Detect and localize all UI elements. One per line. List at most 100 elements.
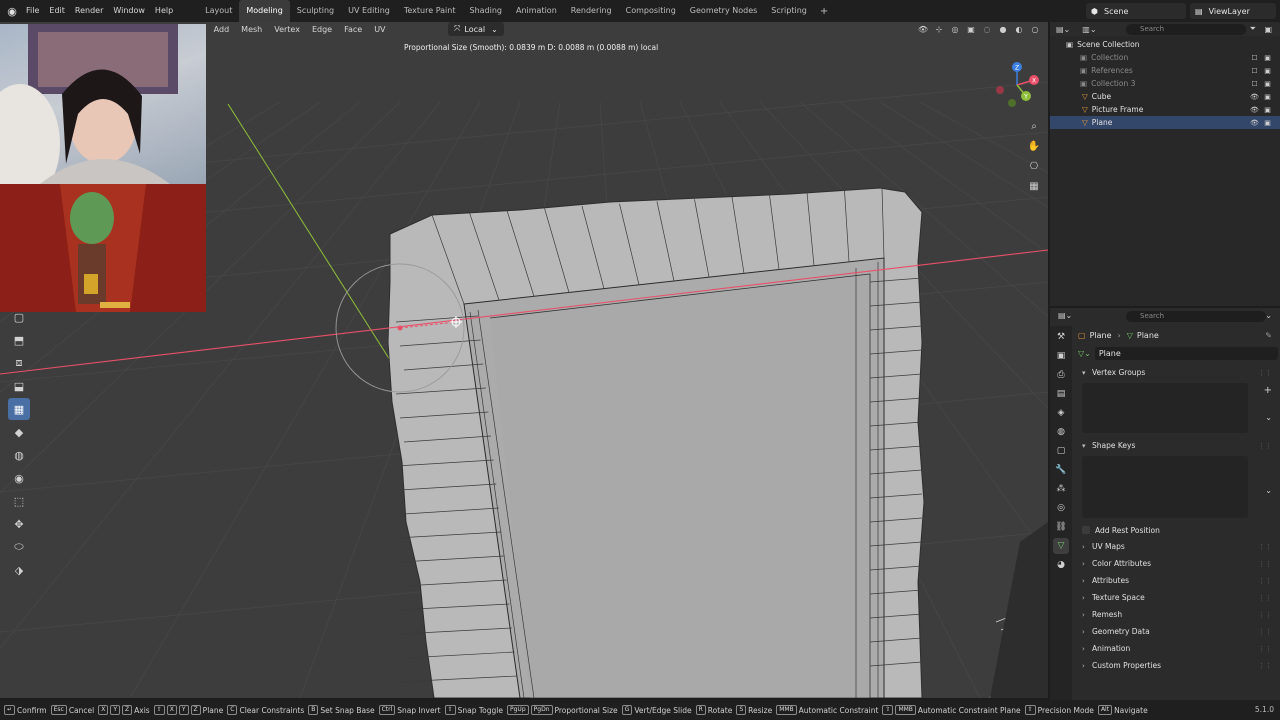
extrude-tool-icon[interactable]: ⬒ (8, 329, 30, 351)
panel-grip-icon[interactable]: ⋮⋮ (1258, 662, 1272, 670)
viewport-menu-edge[interactable]: Edge (306, 25, 338, 34)
color-attributes-panel-header[interactable]: › Color Attributes ⋮⋮ (1074, 555, 1278, 572)
menu-window[interactable]: Window (108, 0, 150, 22)
exclude-checkbox-icon[interactable]: ☐ (1248, 54, 1261, 62)
tab-shading[interactable]: Shading (462, 0, 509, 22)
animation-panel-header[interactable]: › Animation ⋮⋮ (1074, 640, 1278, 657)
shape-key-menu-icon[interactable]: ⌄ (1265, 486, 1272, 495)
visibility-icon[interactable]: 👁 (916, 23, 930, 35)
scene-selector[interactable]: ⬢ Scene (1086, 3, 1186, 19)
editor-type-icon[interactable]: ▤⌄ (1056, 25, 1070, 34)
tab-scripting[interactable]: Scripting (764, 0, 814, 22)
new-collection-icon[interactable]: ▣ (1264, 25, 1272, 34)
viewport-menu-face[interactable]: Face (338, 25, 368, 34)
xray-toggle-icon[interactable]: ▣ (964, 23, 978, 35)
modifier-tab-icon[interactable]: 🔧 (1053, 462, 1069, 478)
shear-tool-icon[interactable]: ⬗ (8, 559, 30, 581)
viewport-menu-mesh[interactable]: Mesh (235, 25, 268, 34)
material-tab-icon[interactable]: ◕ (1053, 557, 1069, 573)
add-rest-position-row[interactable]: Add Rest Position (1074, 522, 1278, 538)
view-layer-selector[interactable]: ▤ ViewLayer (1190, 3, 1276, 19)
outliner-row[interactable]: ▣ Collection 3 ☐ ▣ (1050, 77, 1280, 90)
object-tab-icon[interactable]: ▢ (1053, 443, 1069, 459)
particles-tab-icon[interactable]: ⁂ (1053, 481, 1069, 497)
picture-frame-mesh[interactable] (387, 187, 925, 698)
scene-tab-icon[interactable]: ◈ (1053, 405, 1069, 421)
render-toggle-icon[interactable]: ▣ (1261, 106, 1274, 114)
gizmo-toggle-icon[interactable]: ⊹ (932, 23, 946, 35)
smooth-tool-icon[interactable]: ⬚ (8, 490, 30, 512)
exclude-checkbox-icon[interactable]: ☐ (1248, 67, 1261, 75)
mesh-data-tab-icon[interactable]: ▽ (1053, 538, 1069, 554)
panel-grip-icon[interactable]: ⋮⋮ (1258, 594, 1272, 602)
edge-slide-tool-icon[interactable]: ✥ (8, 513, 30, 535)
tab-rendering[interactable]: Rendering (564, 0, 619, 22)
camera-view-icon[interactable]: ⎔ (1025, 157, 1043, 175)
pan-hand-icon[interactable]: ✋ (1025, 137, 1043, 155)
tab-texture-paint[interactable]: Texture Paint (397, 0, 463, 22)
shape-keys-list[interactable] (1082, 456, 1248, 518)
world-tab-icon[interactable]: ◍ (1053, 424, 1069, 440)
display-mode-icon[interactable]: ▥⌄ (1082, 25, 1096, 34)
view-layer-tab-icon[interactable]: ▤ (1053, 386, 1069, 402)
visibility-icon[interactable]: 👁 (1248, 106, 1261, 114)
perspective-toggle-icon[interactable]: ▦ (1025, 177, 1043, 195)
mesh-data-icon[interactable]: ▽⌄ (1078, 349, 1091, 358)
spin-tool-icon[interactable]: ◉ (8, 467, 30, 489)
bevel-tool-icon[interactable]: ⬓ (8, 375, 30, 397)
shading-rendered-icon[interactable]: ○ (1028, 23, 1042, 35)
render-toggle-icon[interactable]: ▣ (1261, 80, 1274, 88)
panel-grip-icon[interactable]: ⋮⋮ (1258, 442, 1272, 450)
menu-edit[interactable]: Edit (44, 0, 70, 22)
uv-maps-panel-header[interactable]: › UV Maps ⋮⋮ (1074, 538, 1278, 555)
panel-grip-icon[interactable]: ⋮⋮ (1258, 611, 1272, 619)
pin-icon[interactable]: ✎ (1265, 331, 1272, 340)
exclude-checkbox-icon[interactable]: ☐ (1248, 80, 1261, 88)
tab-compositing[interactable]: Compositing (619, 0, 683, 22)
output-tab-icon[interactable]: ⎙ (1053, 367, 1069, 383)
visibility-icon[interactable]: 👁 (1248, 93, 1261, 101)
menu-help[interactable]: Help (150, 0, 178, 22)
editor-type-icon[interactable]: ▤⌄ (1058, 311, 1072, 320)
panel-grip-icon[interactable]: ⋮⋮ (1258, 369, 1272, 377)
geometry-data-panel-header[interactable]: › Geometry Data ⋮⋮ (1074, 623, 1278, 640)
render-tab-icon[interactable]: ▣ (1053, 348, 1069, 364)
scene-collection-row[interactable]: ▣ Scene Collection (1050, 38, 1280, 51)
texture-space-panel-header[interactable]: › Texture Space ⋮⋮ (1074, 589, 1278, 606)
shading-solid-icon[interactable]: ● (996, 23, 1010, 35)
constraints-tab-icon[interactable]: ⛓ (1053, 519, 1069, 535)
tab-geometry-nodes[interactable]: Geometry Nodes (683, 0, 764, 22)
tab-modeling[interactable]: Modeling (239, 0, 290, 22)
outliner-row[interactable]: ▣ Collection ☐ ▣ (1050, 51, 1280, 64)
panel-grip-icon[interactable]: ⋮⋮ (1258, 560, 1272, 568)
blender-logo-icon[interactable]: ◉ (3, 2, 21, 20)
navigation-gizmo[interactable]: Z X Y (992, 60, 1042, 110)
tool-tab-icon[interactable]: ⚒ (1053, 329, 1069, 345)
physics-tab-icon[interactable]: ◎ (1053, 500, 1069, 516)
loop-cut-tool-icon[interactable]: ▦ (8, 398, 30, 420)
transform-orientation-dropdown[interactable]: ⤧ Local ⌄ (448, 22, 504, 36)
knife-tool-icon[interactable]: ◆ (8, 421, 30, 443)
shading-material-icon[interactable]: ◐ (1012, 23, 1026, 35)
remesh-panel-header[interactable]: › Remesh ⋮⋮ (1074, 606, 1278, 623)
outliner-search-input[interactable]: Search (1126, 24, 1246, 35)
outliner-row[interactable]: ▣ References ☐ ▣ (1050, 64, 1280, 77)
tab-sculpting[interactable]: Sculpting (290, 0, 341, 22)
render-toggle-icon[interactable]: ▣ (1261, 54, 1274, 62)
outliner-row[interactable]: ▽ Plane 👁 ▣ (1050, 116, 1280, 129)
panel-grip-icon[interactable]: ⋮⋮ (1258, 577, 1272, 585)
panel-grip-icon[interactable]: ⋮⋮ (1258, 543, 1272, 551)
add-rest-position-checkbox[interactable] (1082, 526, 1090, 534)
mesh-name-field[interactable]: Plane (1094, 346, 1278, 360)
inset-tool-icon[interactable]: ⧈ (8, 352, 30, 374)
shape-keys-panel-header[interactable]: ▾ Shape Keys ⋮⋮ (1074, 437, 1278, 454)
overlay-toggle-icon[interactable]: ◎ (948, 23, 962, 35)
vertex-group-menu-icon[interactable]: ⌄ (1265, 413, 1272, 422)
tab-layout[interactable]: Layout (198, 0, 239, 22)
zoom-icon[interactable]: ⌕ (1025, 117, 1043, 135)
render-toggle-icon[interactable]: ▣ (1261, 93, 1274, 101)
dropdown-icon[interactable]: ⌄ (1265, 311, 1272, 320)
outliner-row[interactable]: ▽ Picture Frame 👁 ▣ (1050, 103, 1280, 116)
render-toggle-icon[interactable]: ▣ (1261, 67, 1274, 75)
add-vertex-group-icon[interactable]: + (1264, 385, 1272, 396)
